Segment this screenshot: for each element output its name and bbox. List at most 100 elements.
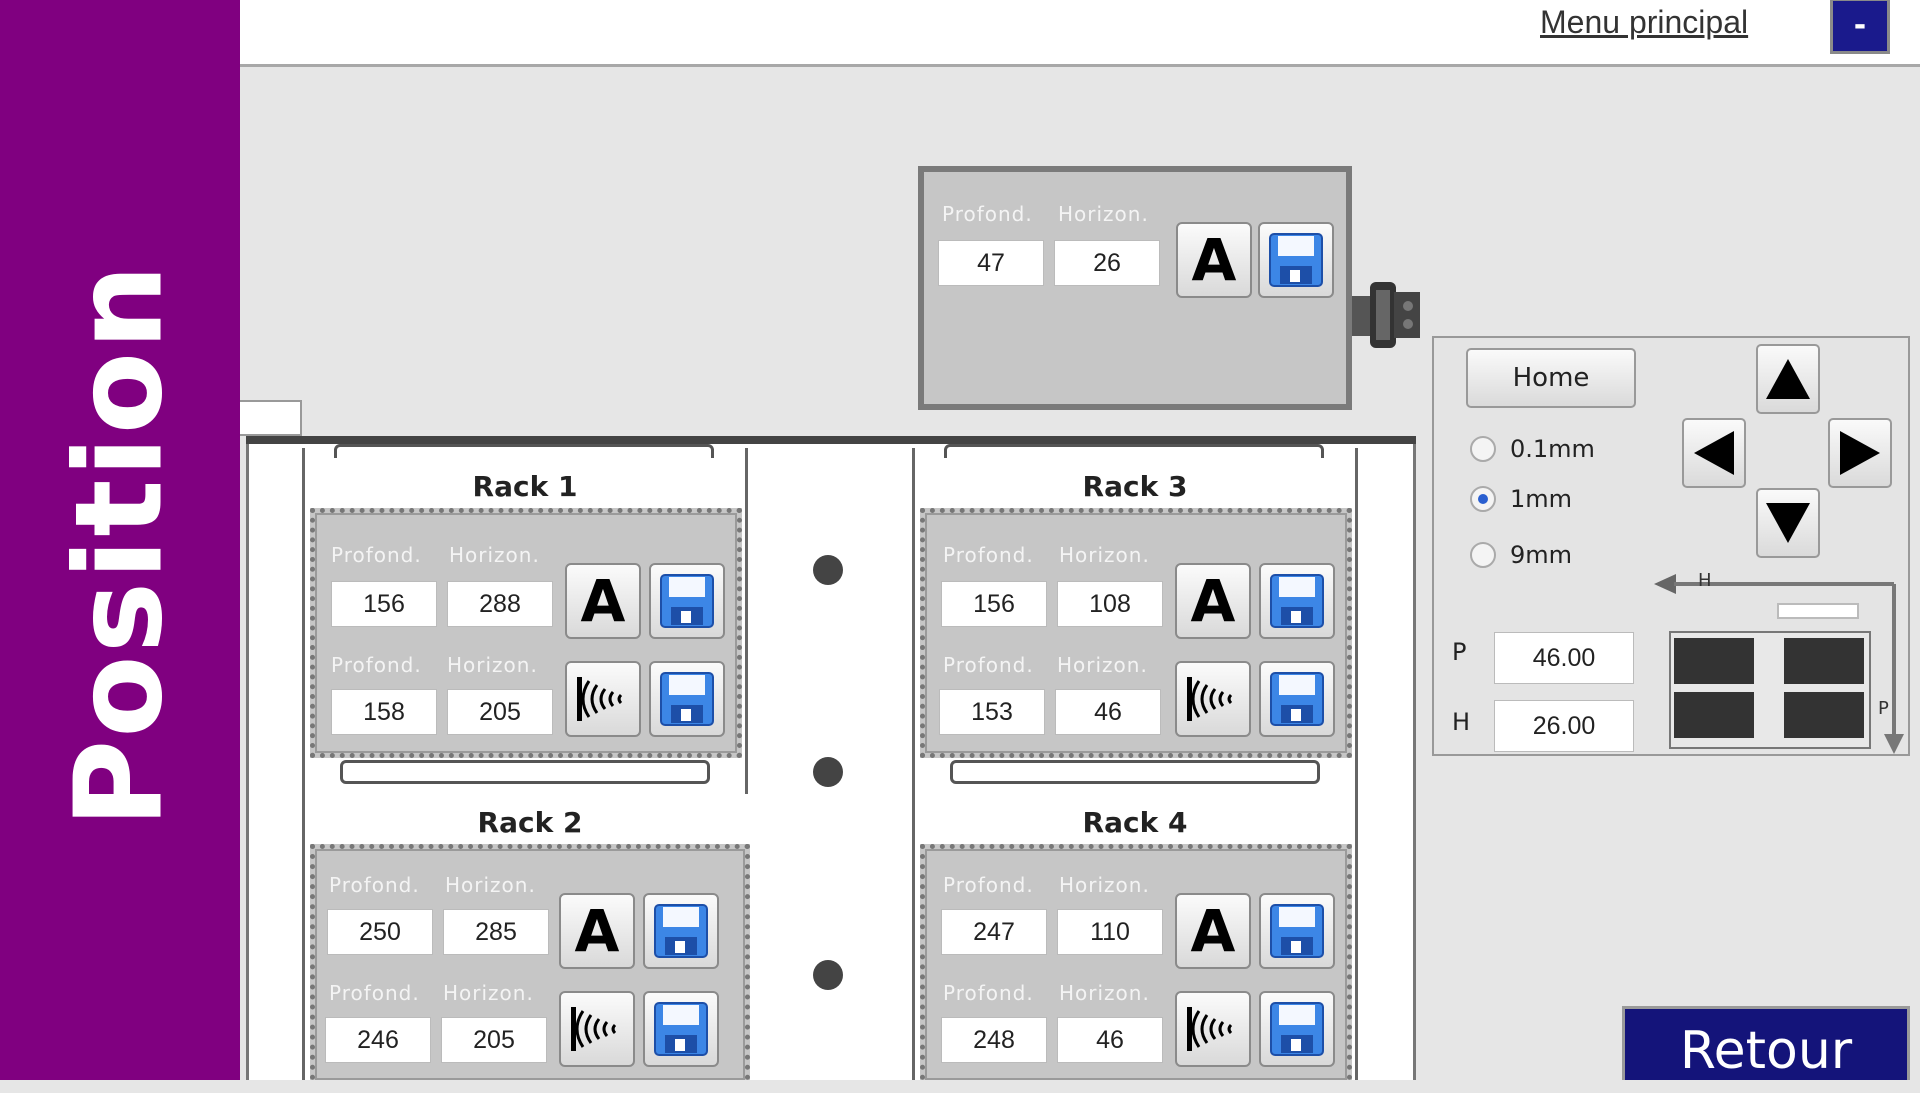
floppy-disk-icon bbox=[1270, 574, 1324, 628]
top-bar: Menu principal - bbox=[240, 0, 1920, 67]
p-label: P bbox=[1452, 638, 1467, 666]
floppy-disk-icon bbox=[654, 1002, 708, 1056]
rack-2-panel: Profond. Horizon. 250 285 A Profond. Hor… bbox=[310, 844, 750, 1080]
auto-button[interactable]: A bbox=[1175, 893, 1251, 969]
floppy-disk-icon bbox=[660, 672, 714, 726]
rack-shelf bbox=[950, 760, 1320, 784]
auto-button[interactable]: A bbox=[1176, 222, 1252, 298]
rack-3-panel: Profond. Horizon. 156 108 A Profond. Hor… bbox=[920, 508, 1352, 758]
partial-tab bbox=[240, 400, 302, 436]
profond-label: Profond. bbox=[943, 873, 1034, 897]
arrow-down-icon bbox=[1766, 503, 1810, 543]
main-menu-link[interactable]: Menu principal bbox=[1540, 4, 1748, 41]
letter-a-icon: A bbox=[580, 567, 626, 635]
horizon-value[interactable]: 46 bbox=[1057, 1017, 1163, 1063]
save-button[interactable] bbox=[643, 893, 719, 969]
horizon-label: Horizon. bbox=[1057, 653, 1148, 677]
h-value: 26.00 bbox=[1494, 700, 1634, 752]
step-option-9mm[interactable]: 9mm bbox=[1470, 538, 1572, 572]
probe-head-icon bbox=[1352, 282, 1420, 348]
sidebar: Position bbox=[0, 0, 240, 1080]
sensor-button[interactable] bbox=[559, 991, 635, 1067]
letter-a-icon: A bbox=[1190, 567, 1236, 635]
horizon-value[interactable]: 26 bbox=[1054, 240, 1160, 286]
step-label: 0.1mm bbox=[1510, 435, 1595, 463]
save-button[interactable] bbox=[1259, 893, 1335, 969]
horizon-label: Horizon. bbox=[1059, 873, 1150, 897]
profond-value[interactable]: 156 bbox=[941, 581, 1047, 627]
save-button[interactable] bbox=[649, 563, 725, 639]
horizon-label: Horizon. bbox=[1059, 543, 1150, 567]
page-title: Position bbox=[50, 262, 190, 828]
save-button[interactable] bbox=[1258, 222, 1334, 298]
save-button[interactable] bbox=[1259, 661, 1335, 737]
horizon-value[interactable]: 46 bbox=[1055, 689, 1161, 735]
arrow-left-icon bbox=[1694, 431, 1734, 475]
profond-value[interactable]: 246 bbox=[325, 1017, 431, 1063]
step-option-0-1mm[interactable]: 0.1mm bbox=[1470, 432, 1595, 466]
horizon-value[interactable]: 285 bbox=[443, 909, 549, 955]
letter-a-icon: A bbox=[1191, 226, 1237, 294]
floppy-disk-icon bbox=[1270, 1002, 1324, 1056]
profond-value[interactable]: 247 bbox=[941, 909, 1047, 955]
floppy-disk-icon bbox=[660, 574, 714, 628]
save-button[interactable] bbox=[1259, 563, 1335, 639]
divider-dot bbox=[813, 757, 843, 787]
profond-value[interactable]: 248 bbox=[941, 1017, 1047, 1063]
p-value: 46.00 bbox=[1494, 632, 1634, 684]
move-left-button[interactable] bbox=[1682, 418, 1746, 488]
divider-dot bbox=[813, 555, 843, 585]
profond-value[interactable]: 153 bbox=[939, 689, 1045, 735]
diagram-p-label: P bbox=[1878, 698, 1889, 719]
diagram-h-label: H bbox=[1698, 570, 1712, 591]
profond-value[interactable]: 156 bbox=[331, 581, 437, 627]
sensor-button[interactable] bbox=[1175, 991, 1251, 1067]
step-label: 1mm bbox=[1510, 485, 1573, 513]
horizon-value[interactable]: 288 bbox=[447, 581, 553, 627]
step-option-1mm[interactable]: 1mm bbox=[1470, 482, 1572, 516]
auto-button[interactable]: A bbox=[559, 893, 635, 969]
auto-button[interactable]: A bbox=[1175, 563, 1251, 639]
arrow-up-icon bbox=[1766, 359, 1810, 399]
horizon-value[interactable]: 205 bbox=[441, 1017, 547, 1063]
h-label: H bbox=[1452, 708, 1471, 736]
jog-control-panel: Home 0.1mm 1mm 9mm P H 46.00 26.00 H P bbox=[1432, 336, 1910, 756]
rack-shelf bbox=[340, 760, 710, 784]
floppy-disk-icon bbox=[654, 904, 708, 958]
move-up-button[interactable] bbox=[1756, 344, 1820, 414]
horizon-label: Horizon. bbox=[443, 981, 534, 1005]
letter-a-icon: A bbox=[574, 897, 620, 965]
move-right-button[interactable] bbox=[1828, 418, 1892, 488]
step-radio[interactable] bbox=[1470, 436, 1496, 462]
profond-label: Profond. bbox=[942, 202, 1033, 226]
sensor-button[interactable] bbox=[565, 661, 641, 737]
rack-4-panel: Profond. Horizon. 247 110 A Profond. Hor… bbox=[920, 844, 1352, 1080]
rack-area-top-rail bbox=[246, 436, 1416, 444]
horizon-label: Horizon. bbox=[1058, 202, 1149, 226]
move-down-button[interactable] bbox=[1756, 488, 1820, 558]
rack-3-title: Rack 3 bbox=[920, 458, 1350, 514]
minimize-button[interactable]: - bbox=[1830, 0, 1890, 54]
profond-value[interactable]: 158 bbox=[331, 689, 437, 735]
horizon-value[interactable]: 205 bbox=[447, 689, 553, 735]
save-button[interactable] bbox=[1259, 991, 1335, 1067]
top-position-panel: Profond. Horizon. 47 26 A bbox=[918, 166, 1352, 410]
home-button[interactable]: Home bbox=[1466, 348, 1636, 408]
horizon-value[interactable]: 108 bbox=[1057, 581, 1163, 627]
step-radio[interactable] bbox=[1470, 486, 1496, 512]
step-radio[interactable] bbox=[1470, 542, 1496, 568]
save-button[interactable] bbox=[643, 991, 719, 1067]
letter-a-icon: A bbox=[1190, 897, 1236, 965]
profond-value[interactable]: 250 bbox=[327, 909, 433, 955]
auto-button[interactable]: A bbox=[565, 563, 641, 639]
retour-button[interactable]: Retour bbox=[1622, 1006, 1910, 1081]
profond-label: Profond. bbox=[331, 543, 422, 567]
profond-label: Profond. bbox=[329, 873, 420, 897]
profond-value[interactable]: 47 bbox=[938, 240, 1044, 286]
rack-4-title: Rack 4 bbox=[920, 794, 1350, 850]
horizon-label: Horizon. bbox=[447, 653, 538, 677]
sensor-button[interactable] bbox=[1175, 661, 1251, 737]
save-button[interactable] bbox=[649, 661, 725, 737]
horizon-value[interactable]: 110 bbox=[1057, 909, 1163, 955]
ultrasonic-wave-icon bbox=[577, 677, 623, 721]
